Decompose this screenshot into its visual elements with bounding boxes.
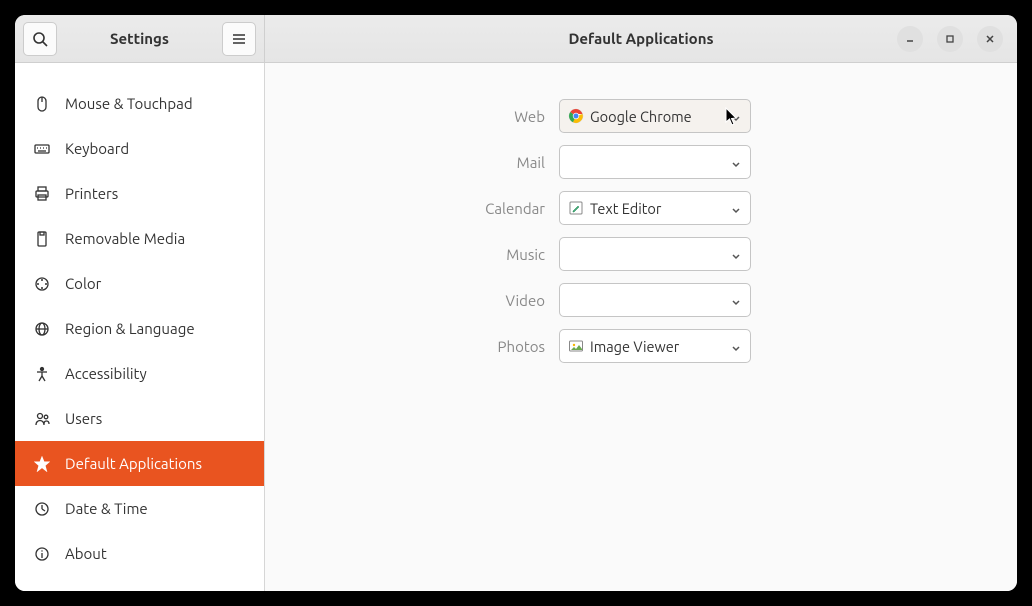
chevron-down-icon	[730, 156, 742, 168]
sidebar-item-label: Printers	[65, 185, 118, 202]
sidebar-item-mouse-touchpad[interactable]: Mouse & Touchpad	[15, 81, 264, 126]
titlebar: Settings Default Applications	[15, 15, 1017, 63]
window-controls	[897, 26, 1009, 52]
default-row-web: Web Google Chrome	[265, 99, 1017, 133]
default-row-mail: Mail	[265, 145, 1017, 179]
hamburger-button[interactable]	[222, 22, 256, 56]
default-combo-web[interactable]: Google Chrome	[559, 99, 751, 133]
default-value-calendar: Text Editor	[590, 200, 730, 217]
chevron-down-icon	[730, 110, 742, 122]
sidebar-title: Settings	[57, 30, 222, 47]
date-time-icon	[33, 500, 51, 518]
default-value-photos: Image Viewer	[590, 338, 730, 355]
maximize-button[interactable]	[937, 26, 963, 52]
sidebar-item-accessibility[interactable]: Accessibility	[15, 351, 264, 396]
sidebar-item-label: Default Applications	[65, 455, 202, 472]
default-combo-photos[interactable]: Image Viewer	[559, 329, 751, 363]
default-label-calendar: Calendar	[265, 200, 545, 217]
users-icon	[33, 410, 51, 428]
default-label-video: Video	[265, 292, 545, 309]
close-button[interactable]	[977, 26, 1003, 52]
sidebar-item-default-applications[interactable]: Default Applications	[15, 441, 264, 486]
sidebar-item-removable-media[interactable]: Removable Media	[15, 216, 264, 261]
chevron-down-icon	[730, 248, 742, 260]
default-combo-mail[interactable]	[559, 145, 751, 179]
default-label-mail: Mail	[265, 154, 545, 171]
sidebar-item-keyboard[interactable]: Keyboard	[15, 126, 264, 171]
page-title: Default Applications	[568, 30, 713, 47]
search-icon	[32, 31, 48, 47]
printers-icon	[33, 185, 51, 203]
sidebar: Mouse & Touchpad Keyboard Printers Removabl…	[15, 63, 265, 591]
sidebar-item-region-language[interactable]: Region & Language	[15, 306, 264, 351]
minimize-button[interactable]	[897, 26, 923, 52]
settings-window: Settings Default Applications Mouse & To…	[15, 15, 1017, 591]
sidebar-item-label: Mouse & Touchpad	[65, 95, 193, 112]
default-row-calendar: Calendar Text Editor	[265, 191, 1017, 225]
search-button[interactable]	[23, 22, 57, 56]
default-label-photos: Photos	[265, 338, 545, 355]
sidebar-item-label: Date & Time	[65, 500, 148, 517]
mouse-touchpad-icon	[33, 95, 51, 113]
maximize-icon	[945, 34, 955, 44]
region-language-icon	[33, 320, 51, 338]
default-combo-video[interactable]	[559, 283, 751, 317]
sidebar-item-printers[interactable]: Printers	[15, 171, 264, 216]
default-value-web: Google Chrome	[590, 108, 730, 125]
sidebar-item-label: Accessibility	[65, 365, 147, 382]
minimize-icon	[905, 34, 915, 44]
accessibility-icon	[33, 365, 51, 383]
sidebar-item-about[interactable]: About	[15, 531, 264, 576]
chevron-down-icon	[730, 340, 742, 352]
sidebar-item-users[interactable]: Users	[15, 396, 264, 441]
color-icon	[33, 275, 51, 293]
default-label-web: Web	[265, 108, 545, 125]
sidebar-item-label: Removable Media	[65, 230, 185, 247]
chevron-down-icon	[730, 202, 742, 214]
default-combo-music[interactable]	[559, 237, 751, 271]
default-combo-calendar[interactable]: Text Editor	[559, 191, 751, 225]
chrome-icon	[568, 108, 584, 124]
keyboard-icon	[33, 140, 51, 158]
sidebar-item-label: Color	[65, 275, 101, 292]
sidebar-item-label: Region & Language	[65, 320, 195, 337]
sidebar-item-color[interactable]: Color	[15, 261, 264, 306]
hamburger-icon	[231, 31, 247, 47]
imageviewer-icon	[568, 338, 584, 354]
default-applications-icon	[33, 455, 51, 473]
main-panel: Web Google Chrome Mail Calendar Text Editor M…	[265, 63, 1017, 591]
about-icon	[33, 545, 51, 563]
chevron-down-icon	[730, 294, 742, 306]
sidebar-item-label: Keyboard	[65, 140, 129, 157]
default-row-video: Video	[265, 283, 1017, 317]
body: Mouse & Touchpad Keyboard Printers Removabl…	[15, 63, 1017, 591]
sidebar-item-label: About	[65, 545, 107, 562]
sidebar-item-date-time[interactable]: Date & Time	[15, 486, 264, 531]
removable-media-icon	[33, 230, 51, 248]
texteditor-icon	[568, 200, 584, 216]
default-row-music: Music	[265, 237, 1017, 271]
sidebar-item-label: Users	[65, 410, 102, 427]
default-apps-form: Web Google Chrome Mail Calendar Text Editor M…	[265, 99, 1017, 363]
default-label-music: Music	[265, 246, 545, 263]
titlebar-sidebar-area: Settings	[15, 15, 265, 62]
default-row-photos: Photos Image Viewer	[265, 329, 1017, 363]
close-icon	[985, 34, 995, 44]
titlebar-main-area: Default Applications	[265, 15, 1017, 62]
